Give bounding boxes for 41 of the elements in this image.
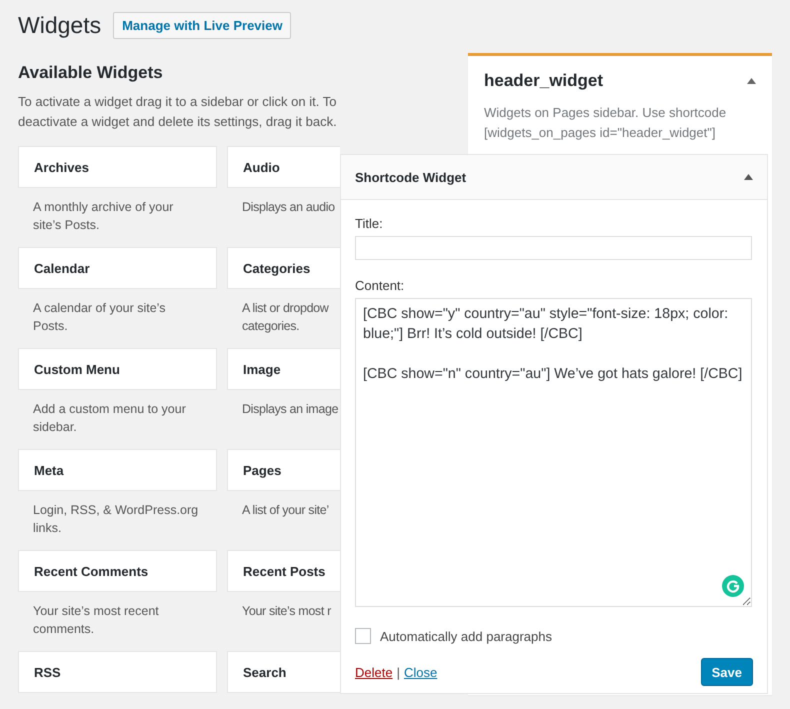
- widget-description: Displays an image: [241, 401, 340, 418]
- sidebar-title: header_widget: [484, 71, 604, 91]
- widget-description: Your site’s most recent comments.: [32, 603, 160, 638]
- widget-item[interactable]: Recent Posts: [227, 550, 340, 592]
- field-label: Title:: [355, 216, 384, 231]
- widget-description: A monthly archive of your site’s Posts.: [32, 199, 174, 234]
- widget-description: A list or dropdow categories.: [241, 300, 330, 335]
- widget-item[interactable]: Recent Comments: [18, 550, 217, 592]
- section-heading: Available Widgets: [18, 63, 164, 83]
- content-text-area[interactable]: [CBC show="y" country="au" style="font-size: 18px; color: blue;"] Brr! It’s cold outside! [/CBC] [CBC show="n" country="au"] We’ve got hats galore! [/CBC]: [355, 298, 752, 607]
- widget-description: Displays an audio: [241, 199, 336, 216]
- page-title: Widgets: [18, 12, 102, 39]
- widget-item[interactable]: Categories: [227, 247, 340, 289]
- widget-item[interactable]: RSS: [18, 651, 217, 693]
- instructions-text: To activate a widget drag it to a sidebar or click on it. To deactivate a widget and delete its settings, drag it back.: [18, 93, 338, 131]
- widget-item[interactable]: Audio: [227, 146, 340, 188]
- collapse-arrow-icon[interactable]: [744, 174, 753, 180]
- widget-form-header[interactable]: Shortcode Widget: [341, 155, 767, 200]
- delete-link[interactable]: Delete: [355, 664, 393, 680]
- widget-item[interactable]: Calendar: [18, 247, 217, 289]
- widget-item[interactable]: Custom Menu: [18, 348, 217, 390]
- widget-description: Login, RSS, & WordPress.org links.: [32, 502, 200, 537]
- widget-description: A calendar of your site’s Posts.: [32, 300, 166, 335]
- widget-description: Your site’s most r: [241, 603, 332, 620]
- widget-description: Add a custom menu to your sidebar.: [32, 401, 187, 436]
- widget-item[interactable]: Meta: [18, 449, 217, 491]
- sidebar-description: Widgets on Pages sidebar. Use shortcode [widgets_on_pages id="header_widget"]: [484, 104, 728, 142]
- widget-item[interactable]: Search: [227, 651, 340, 693]
- widget-item[interactable]: Archives: [18, 146, 217, 188]
- checkbox[interactable]: [355, 628, 371, 644]
- widget-item[interactable]: Pages: [227, 449, 340, 491]
- live-preview-button[interactable]: Manage with Live Preview: [113, 12, 292, 39]
- checkbox-label: Automatically add paragraphs: [380, 628, 552, 644]
- widget-description: A list of your site’: [241, 502, 330, 519]
- field-label: Content:: [355, 278, 406, 293]
- widget-item[interactable]: Image: [227, 348, 340, 390]
- collapse-arrow-icon[interactable]: [747, 78, 756, 84]
- close-link[interactable]: Close: [404, 664, 438, 680]
- title-input-field[interactable]: [355, 236, 752, 260]
- save-button[interactable]: Save: [700, 658, 753, 686]
- separator-text: |: [396, 664, 400, 680]
